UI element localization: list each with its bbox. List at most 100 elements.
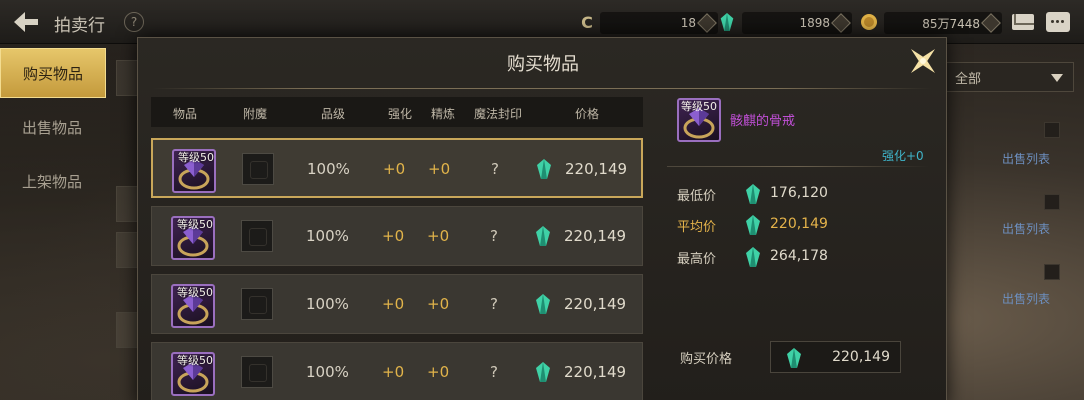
gem-icon <box>746 215 760 235</box>
column-header-item: 物品 <box>173 107 198 121</box>
background-checkbox <box>1044 264 1060 280</box>
ring-icon: 等级50 <box>171 216 215 260</box>
buy-price-field[interactable]: 220,149 <box>770 341 901 373</box>
listing-row[interactable]: 等级50 100% +0 +0 ? 220,149 <box>151 342 643 400</box>
modal-title: 购买物品 <box>507 54 579 75</box>
currency-symbol: C <box>581 13 593 32</box>
gem-icon <box>536 226 550 246</box>
item-level: 等级50 <box>681 100 717 113</box>
currency-1-display: 18 <box>600 12 718 34</box>
max-price-label: 最高价 <box>677 252 717 267</box>
avg-price-value: 220,149 <box>770 216 828 232</box>
grade-value: 100% <box>306 295 349 313</box>
gem-icon <box>536 294 550 314</box>
strengthen-value: +0 <box>383 160 406 178</box>
gem-icon <box>536 362 550 382</box>
gem-icon <box>746 247 760 267</box>
avg-price-label: 平均价 <box>677 220 717 235</box>
item-name: 骸麒的骨戒 <box>730 114 796 129</box>
sidebar-item-buy[interactable]: 购买物品 <box>0 48 106 98</box>
refine-value: +0 <box>427 295 450 313</box>
enhance-level: 强化+0 <box>882 149 924 163</box>
item-level: 等级50 <box>177 286 213 299</box>
item-level: 等级50 <box>178 151 214 164</box>
background-checkbox <box>1044 122 1060 138</box>
enchant-slot <box>241 220 273 252</box>
enchant-slot <box>242 153 274 185</box>
background-item-slot <box>116 312 138 348</box>
currency-3-display: 85万7448 <box>884 12 1002 34</box>
filter-dropdown[interactable]: 全部 <box>946 62 1074 92</box>
mail-icon[interactable] <box>1012 14 1034 30</box>
magic-seal-value: ? <box>490 363 498 381</box>
sell-list-link[interactable]: 出售列表 <box>1002 290 1050 307</box>
currency-2-display: 1898 <box>742 12 852 34</box>
chevron-down-icon <box>1051 74 1063 82</box>
listing-row[interactable]: 等级50 100% +0 +0 ? 220,149 <box>151 138 643 198</box>
refine-value: +0 <box>427 227 450 245</box>
help-button[interactable]: ? <box>124 12 144 32</box>
add-currency-2-button[interactable] <box>831 13 851 33</box>
gold-coin-icon <box>861 14 877 30</box>
gem-icon <box>787 348 801 368</box>
max-price-value: 264,178 <box>770 248 828 264</box>
ring-icon: 等级50 <box>171 352 215 396</box>
sidebar-item-label: 出售物品 <box>22 118 83 137</box>
column-header-strengthen: 强化 <box>388 107 413 121</box>
gem-icon <box>537 159 551 179</box>
page-title: 拍卖行 <box>54 16 105 36</box>
filter-dropdown-value: 全部 <box>955 71 982 87</box>
gem-icon <box>746 184 760 204</box>
grade-value: 100% <box>306 227 349 245</box>
ring-icon: 等级50 <box>171 284 215 328</box>
title-divider <box>152 88 932 89</box>
close-star-icon <box>910 48 936 74</box>
background-item-slot <box>116 232 138 268</box>
refine-value: +0 <box>428 160 451 178</box>
enchant-slot <box>241 356 273 388</box>
price-value: 220,149 <box>565 160 628 178</box>
listing-table-header: 物品 附魔 品级 强化 精炼 魔法封印 价格 <box>151 97 643 127</box>
gem-icon <box>720 13 734 31</box>
column-header-enchant: 附魔 <box>243 107 268 121</box>
sidebar-item-listed[interactable]: 上架物品 <box>0 156 106 206</box>
add-currency-3-button[interactable] <box>981 13 1001 33</box>
ring-icon: 等级50 <box>677 98 721 142</box>
magic-seal-value: ? <box>490 295 498 313</box>
buy-price-label: 购买价格 <box>680 352 733 367</box>
background-checkbox <box>1044 194 1060 210</box>
close-button[interactable] <box>906 44 940 78</box>
min-price-label: 最低价 <box>677 189 717 204</box>
sidebar-item-label: 上架物品 <box>22 172 83 191</box>
enchant-slot <box>241 288 273 320</box>
currency-1-value: 18 <box>680 16 696 30</box>
ring-icon: 等级50 <box>172 149 216 193</box>
detail-divider <box>667 166 929 167</box>
background-item-slot <box>116 186 138 222</box>
strengthen-value: +0 <box>382 363 405 381</box>
magic-seal-value: ? <box>490 227 498 245</box>
chat-icon[interactable] <box>1046 12 1070 32</box>
sidebar-item-label: 购买物品 <box>23 64 84 83</box>
buy-price-value: 220,149 <box>832 349 890 365</box>
listing-row[interactable]: 等级50 100% +0 +0 ? 220,149 <box>151 206 643 266</box>
item-level: 等级50 <box>177 354 213 367</box>
sidebar: 购买物品 出售物品 上架物品 <box>0 48 110 210</box>
grade-value: 100% <box>307 160 350 178</box>
add-currency-1-button[interactable] <box>697 13 717 33</box>
column-header-price: 价格 <box>575 107 600 121</box>
listing-row[interactable]: 等级50 100% +0 +0 ? 220,149 <box>151 274 643 334</box>
sell-list-link[interactable]: 出售列表 <box>1002 220 1050 237</box>
grade-value: 100% <box>306 363 349 381</box>
price-value: 220,149 <box>564 227 627 245</box>
sell-list-link[interactable]: 出售列表 <box>1002 150 1050 167</box>
column-header-grade: 品级 <box>321 107 346 121</box>
column-header-refine: 精炼 <box>431 107 456 121</box>
back-button[interactable] <box>8 8 44 36</box>
magic-seal-value: ? <box>491 160 499 178</box>
item-level: 等级50 <box>177 218 213 231</box>
sidebar-item-sell[interactable]: 出售物品 <box>0 102 106 152</box>
column-header-magic-seal: 魔法封印 <box>474 107 523 121</box>
refine-value: +0 <box>427 363 450 381</box>
min-price-value: 176,120 <box>770 185 828 201</box>
